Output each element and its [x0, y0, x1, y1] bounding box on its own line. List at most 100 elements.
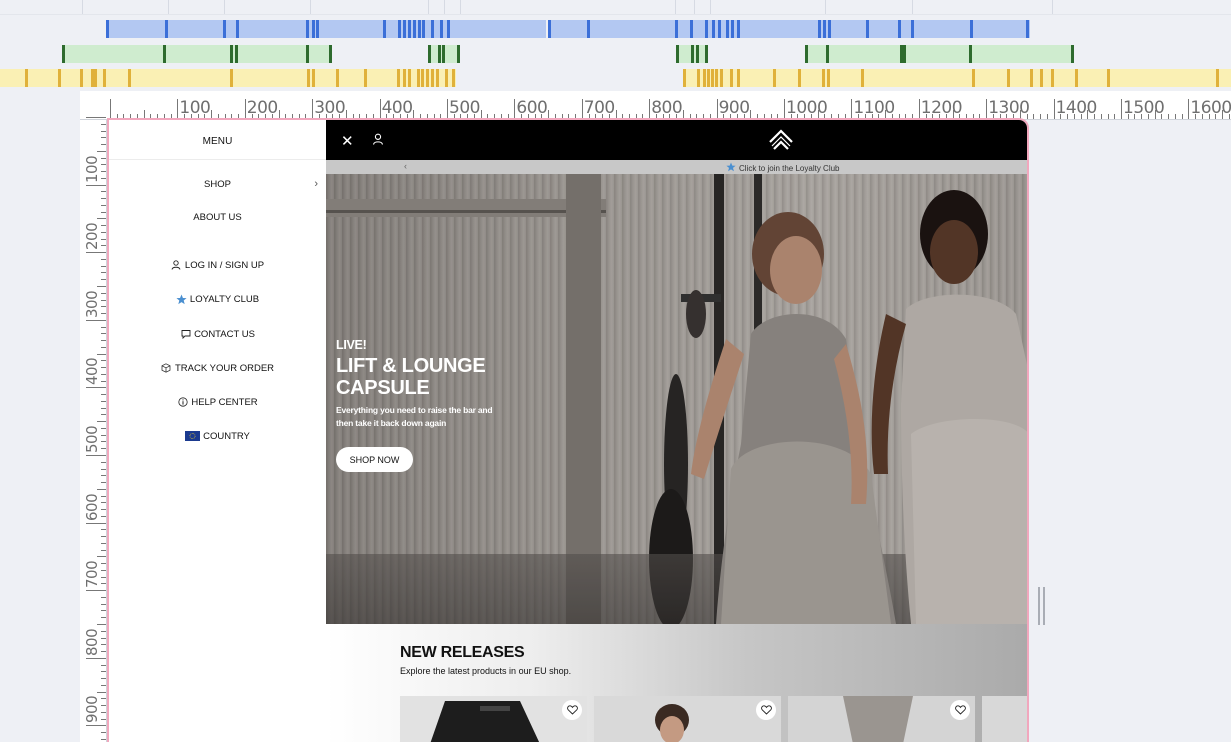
timeline-marker[interactable]	[106, 20, 109, 38]
timeline-marker[interactable]	[306, 45, 309, 63]
timeline-marker[interactable]	[690, 20, 693, 38]
product-card[interactable]	[788, 696, 975, 742]
timeline-marker[interactable]	[128, 69, 131, 87]
close-icon[interactable]: ✕	[341, 132, 354, 150]
timeline-marker[interactable]	[364, 69, 367, 87]
timeline-marker[interactable]	[408, 69, 411, 87]
timeline-marker[interactable]	[307, 69, 310, 87]
timeline-marker[interactable]	[80, 69, 83, 87]
menu-item-loyalty-club[interactable]: LOYALTY CLUB	[109, 289, 326, 309]
timeline-marker[interactable]	[438, 45, 441, 63]
timeline-marker[interactable]	[235, 45, 238, 63]
product-card[interactable]	[982, 696, 1027, 742]
timeline-marker[interactable]	[826, 45, 829, 63]
timeline-marker[interactable]	[705, 20, 708, 38]
timeline-row-network[interactable]	[0, 20, 1231, 38]
timeline-marker[interactable]	[1007, 69, 1010, 87]
timeline-marker[interactable]	[703, 69, 706, 87]
timeline-marker[interactable]	[676, 45, 679, 63]
timeline-marker[interactable]	[548, 20, 551, 38]
timeline-marker[interactable]	[403, 69, 406, 87]
timeline-marker[interactable]	[737, 20, 740, 38]
timeline-segment[interactable]	[106, 20, 166, 38]
promo-link[interactable]: Click to join the Loyalty Club	[726, 162, 840, 174]
timeline-marker[interactable]	[1051, 69, 1054, 87]
timeline-marker[interactable]	[236, 20, 239, 38]
timeline-marker[interactable]	[336, 69, 339, 87]
timeline-segment[interactable]	[548, 20, 588, 38]
timeline-marker[interactable]	[428, 45, 431, 63]
timeline-marker[interactable]	[827, 69, 830, 87]
timeline-marker[interactable]	[1030, 69, 1033, 87]
timeline-marker[interactable]	[103, 69, 106, 87]
timeline-segment[interactable]	[0, 69, 456, 87]
timeline-marker[interactable]	[447, 20, 450, 38]
timeline-marker[interactable]	[970, 20, 973, 38]
timeline-marker[interactable]	[418, 20, 421, 38]
menu-item-about-us[interactable]: ABOUT US	[109, 207, 326, 227]
timeline-marker[interactable]	[711, 69, 714, 87]
timeline-marker[interactable]	[697, 69, 700, 87]
timeline-marker[interactable]	[312, 20, 315, 38]
timeline-marker[interactable]	[861, 69, 864, 87]
viewport-resize-handle[interactable]	[1037, 587, 1047, 625]
timeline-marker[interactable]	[773, 69, 776, 87]
loyalty-promo-bar[interactable]: ‹ Click to join the Loyalty Club	[326, 160, 1027, 174]
timeline-marker[interactable]	[1075, 69, 1078, 87]
timeline-marker[interactable]	[705, 45, 708, 63]
shop-now-button[interactable]: SHOP NOW	[336, 447, 413, 472]
timeline-marker[interactable]	[898, 20, 901, 38]
timeline-marker[interactable]	[731, 20, 734, 38]
timeline-marker[interactable]	[457, 45, 460, 63]
timeline-marker[interactable]	[431, 69, 434, 87]
timeline-marker[interactable]	[1216, 69, 1219, 87]
timeline-marker[interactable]	[805, 45, 808, 63]
timeline-marker[interactable]	[866, 20, 869, 38]
timeline-marker[interactable]	[452, 69, 455, 87]
timeline-marker[interactable]	[718, 20, 721, 38]
promo-prev-arrow[interactable]: ‹	[404, 161, 407, 171]
timeline-marker[interactable]	[818, 20, 821, 38]
timeline-marker[interactable]	[911, 20, 914, 38]
timeline-marker[interactable]	[440, 20, 443, 38]
timeline-marker[interactable]	[969, 45, 972, 63]
timeline-marker[interactable]	[707, 69, 710, 87]
timeline-marker[interactable]	[421, 69, 424, 87]
timeline-marker[interactable]	[163, 45, 166, 63]
menu-item-track-order[interactable]: TRACK YOUR ORDER	[109, 358, 326, 378]
timeline-marker[interactable]	[306, 20, 309, 38]
timeline-marker[interactable]	[442, 45, 445, 63]
timeline-marker[interactable]	[223, 20, 226, 38]
heart-icon[interactable]	[562, 700, 582, 720]
timeline-marker[interactable]	[417, 69, 420, 87]
timeline-marker[interactable]	[422, 20, 425, 38]
timeline-marker[interactable]	[230, 69, 233, 87]
timeline-marker[interactable]	[329, 45, 332, 63]
timeline-marker[interactable]	[691, 45, 694, 63]
timeline-marker[interactable]	[823, 20, 826, 38]
timeline-marker[interactable]	[715, 69, 718, 87]
timeline-marker[interactable]	[726, 20, 729, 38]
heart-icon[interactable]	[756, 700, 776, 720]
timeline-marker[interactable]	[408, 20, 411, 38]
timeline-segment[interactable]	[588, 20, 1028, 38]
menu-item-help-center[interactable]: HELP CENTER	[109, 392, 326, 412]
menu-item-country[interactable]: COUNTRY	[109, 426, 326, 446]
timeline-segment[interactable]	[805, 45, 1073, 63]
timeline-marker[interactable]	[316, 20, 319, 38]
timeline-marker[interactable]	[25, 69, 28, 87]
timeline-marker[interactable]	[397, 69, 400, 87]
timeline-marker[interactable]	[58, 69, 61, 87]
timeline-marker[interactable]	[675, 20, 678, 38]
timeline-marker[interactable]	[1107, 69, 1110, 87]
timeline-marker[interactable]	[62, 45, 65, 63]
timeline-marker[interactable]	[230, 45, 233, 63]
timeline-segment[interactable]	[683, 69, 1231, 87]
timeline-marker[interactable]	[828, 20, 831, 38]
timeline-marker[interactable]	[445, 69, 448, 87]
timeline-marker[interactable]	[383, 20, 386, 38]
timeline-marker[interactable]	[1026, 20, 1029, 38]
timeline-marker[interactable]	[413, 20, 416, 38]
timeline-marker[interactable]	[798, 69, 801, 87]
timeline-marker[interactable]	[94, 69, 97, 87]
